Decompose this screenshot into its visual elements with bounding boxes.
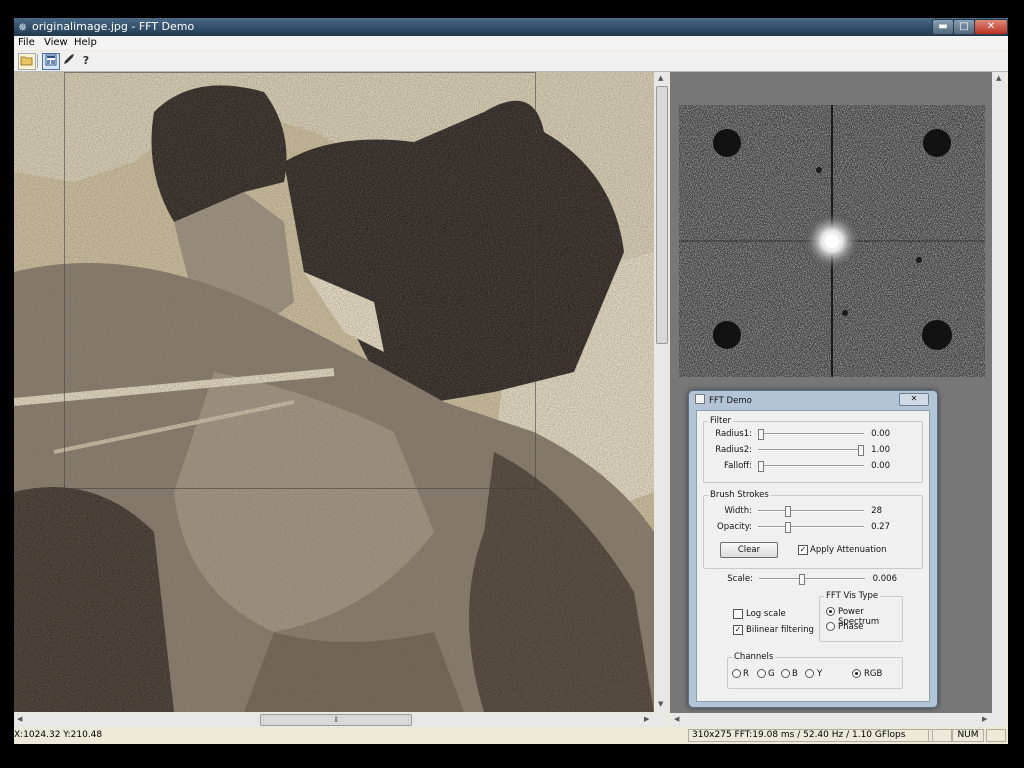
fft-horizontal-scrollbar[interactable]: ◀ ▶ <box>670 713 992 726</box>
opacity-label: Opacity: <box>717 522 752 532</box>
toolbar-separator <box>37 54 38 68</box>
title-bar[interactable]: ✵ originalimage.jpg - FFT Demo ▬ □ ✕ <box>14 18 1008 36</box>
slider-thumb[interactable] <box>785 522 791 533</box>
dialog-title-bar[interactable]: FFT Demo <box>695 394 752 406</box>
width-label: Width: <box>724 506 752 516</box>
scroll-right-icon[interactable]: ▶ <box>644 715 649 723</box>
status-bar: X:1024.32 Y:210.48 310x275 FFT:19.08 ms … <box>14 727 1008 744</box>
radius2-slider[interactable] <box>758 445 864 456</box>
app-icon: ✵ <box>18 21 28 34</box>
vis-type-title: FFT Vis Type <box>824 591 881 601</box>
falloff-slider[interactable] <box>758 461 864 472</box>
scroll-thumb[interactable]: ⦀ <box>260 714 412 726</box>
scroll-left-icon[interactable]: ◀ <box>17 715 22 723</box>
slider-thumb[interactable] <box>785 506 791 517</box>
source-image-view[interactable] <box>14 72 654 712</box>
toolbar: ? <box>14 51 1008 72</box>
clear-button[interactable]: Clear <box>720 542 778 558</box>
channel-r-label: R <box>743 669 749 679</box>
help-icon[interactable]: ? <box>78 53 94 68</box>
bilinear-filtering-checkbox[interactable]: ✓ <box>733 625 743 635</box>
channel-b-label: B <box>792 669 798 679</box>
dialog-icon <box>695 394 705 404</box>
minimize-button[interactable]: ▬ <box>932 19 954 35</box>
menu-help[interactable]: Help <box>74 37 97 48</box>
spectrum-view-icon[interactable] <box>42 53 60 70</box>
menu-file[interactable]: File <box>18 37 35 48</box>
status-pane <box>928 729 952 742</box>
scroll-up-icon[interactable]: ▲ <box>658 74 663 82</box>
channels-title: Channels <box>732 652 776 662</box>
brush-opacity-slider[interactable] <box>758 522 864 533</box>
channel-rgb-radio[interactable] <box>852 669 861 678</box>
open-folder-icon[interactable] <box>18 53 36 70</box>
fft-performance: 310x275 FFT:19.08 ms / 52.40 Hz / 1.10 G… <box>688 729 933 742</box>
window-title: originalimage.jpg - FFT Demo <box>32 20 195 33</box>
power-spectrum-plot <box>679 105 985 377</box>
radius1-slider[interactable] <box>758 429 864 440</box>
filter-group: Filter Radius1: 0.00 Radius2: 1.00 Fallo… <box>703 416 923 483</box>
log-scale-label: Log scale <box>746 609 786 619</box>
brush-group-title: Brush Strokes <box>708 490 771 500</box>
power-spectrum-radio[interactable] <box>826 607 835 616</box>
image-horizontal-scrollbar[interactable]: ◀ ⦀ ▶ <box>14 713 668 726</box>
log-scale-checkbox[interactable] <box>733 609 743 619</box>
phase-label: Phase <box>838 622 864 632</box>
scroll-up-icon[interactable]: ▲ <box>996 74 1001 82</box>
status-pane <box>986 729 1006 742</box>
dialog-body: Filter Radius1: 0.00 Radius2: 1.00 Fallo… <box>696 410 930 702</box>
scroll-down-icon[interactable]: ▼ <box>658 700 663 708</box>
menu-bar: File View Help <box>14 36 1008 50</box>
slider-thumb[interactable] <box>758 461 764 472</box>
scroll-thumb[interactable] <box>656 86 668 344</box>
image-vertical-scrollbar[interactable]: ▲ ▼ <box>655 72 668 712</box>
channel-g-label: G <box>768 669 775 679</box>
fft-vertical-scrollbar[interactable]: ▲ <box>992 72 1006 726</box>
falloff-value: 0.00 <box>871 461 890 471</box>
apply-attenuation-label: Apply Attenuation <box>810 545 887 555</box>
dialog-close-button[interactable]: ✕ <box>899 393 929 406</box>
apply-attenuation-checkbox[interactable]: ✓ <box>798 545 808 555</box>
radius2-value: 1.00 <box>871 445 890 455</box>
cursor-coordinates: X:1024.32 Y:210.48 <box>14 730 103 740</box>
falloff-label: Falloff: <box>724 461 752 471</box>
fft-spectrum-image[interactable] <box>679 105 985 377</box>
dialog-title: FFT Demo <box>709 396 752 406</box>
scroll-right-icon[interactable]: ▶ <box>982 715 987 723</box>
fft-demo-dialog: FFT Demo ✕ Filter Radius1: 0.00 Radius2:… <box>688 390 938 708</box>
menu-view[interactable]: View <box>44 37 68 48</box>
brush-strokes-group: Brush Strokes Width: 28 Opacity: 0.27 Cl… <box>703 490 923 569</box>
filter-group-title: Filter <box>708 416 734 426</box>
channel-y-radio[interactable] <box>805 669 814 678</box>
radius1-label: Radius1: <box>715 429 752 439</box>
slider-thumb[interactable] <box>758 429 764 440</box>
channel-b-radio[interactable] <box>781 669 790 678</box>
fft-vis-type-group: FFT Vis Type Power Spectrum Phase <box>819 591 903 642</box>
radius1-value: 0.00 <box>871 429 890 439</box>
channel-g-radio[interactable] <box>757 669 766 678</box>
channel-y-label: Y <box>817 669 823 679</box>
channel-rgb-label: RGB <box>864 669 883 679</box>
radius2-label: Radius2: <box>715 445 752 455</box>
selection-rectangle[interactable] <box>64 72 536 489</box>
brush-opacity-value: 0.27 <box>871 522 890 532</box>
phase-radio[interactable] <box>826 622 835 631</box>
channel-r-radio[interactable] <box>732 669 741 678</box>
brush-width-slider[interactable] <box>758 506 864 517</box>
close-button[interactable]: ✕ <box>974 19 1008 35</box>
maximize-button[interactable]: □ <box>953 19 975 35</box>
channels-group: Channels R G B Y RGB <box>727 652 903 689</box>
scale-label: Scale: <box>727 574 753 584</box>
bilinear-filtering-label: Bilinear filtering <box>746 625 814 635</box>
num-lock-indicator: NUM <box>952 729 984 742</box>
rocket-icon[interactable] <box>60 53 76 68</box>
scale-value: 0.006 <box>872 574 897 584</box>
scale-slider[interactable] <box>759 574 865 585</box>
brush-width-value: 28 <box>871 506 882 516</box>
scroll-left-icon[interactable]: ◀ <box>674 715 679 723</box>
slider-thumb[interactable] <box>799 574 805 585</box>
